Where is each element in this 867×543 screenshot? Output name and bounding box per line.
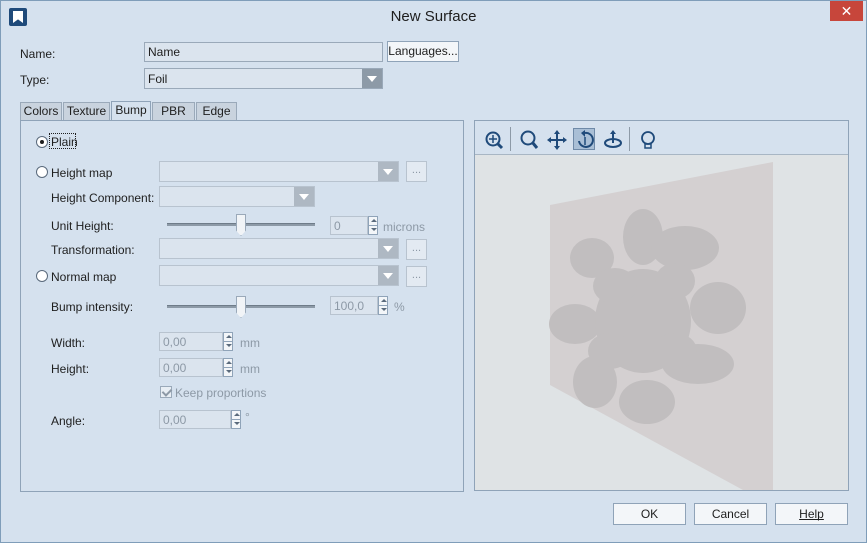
- normal-map-browse-button[interactable]: ...: [406, 266, 427, 287]
- chevron-down-icon[interactable]: [378, 162, 398, 181]
- tab-colors[interactable]: Colors: [20, 102, 62, 120]
- normal-map-radio[interactable]: [36, 270, 48, 282]
- height-component-select[interactable]: [159, 186, 315, 207]
- transformation-browse-button[interactable]: ...: [406, 239, 427, 260]
- width-label: Width:: [51, 336, 86, 350]
- zoom-icon[interactable]: [517, 128, 539, 150]
- unit-height-unit: microns: [383, 220, 426, 234]
- title-bar: New Surface ✕: [1, 1, 866, 31]
- angle-spinner[interactable]: [231, 410, 241, 429]
- angle-unit: °: [245, 410, 250, 424]
- light-bulb-icon[interactable]: [636, 128, 658, 150]
- height-map-label[interactable]: Height map: [51, 166, 112, 180]
- bump-intensity-label: Bump intensity:: [51, 300, 134, 314]
- rotate-icon[interactable]: [573, 128, 595, 150]
- toolbar-separator: [629, 127, 630, 151]
- normal-map-select[interactable]: [159, 265, 399, 286]
- name-label: Name:: [20, 47, 56, 61]
- unit-height-input[interactable]: 0: [330, 216, 378, 235]
- height-unit: mm: [240, 362, 260, 376]
- type-select-value: Foil: [148, 72, 168, 86]
- zoom-fit-icon[interactable]: [482, 128, 504, 150]
- chevron-down-icon[interactable]: [362, 69, 382, 88]
- transformation-select[interactable]: [159, 238, 399, 259]
- bump-intensity-input[interactable]: 100,0: [330, 296, 388, 315]
- transformation-label: Transformation:: [51, 243, 135, 257]
- cancel-button[interactable]: Cancel: [694, 503, 767, 525]
- surface-preview[interactable]: [474, 120, 849, 491]
- width-spinner[interactable]: [223, 332, 233, 351]
- languages-button[interactable]: Languages...: [387, 41, 459, 62]
- unit-height-label: Unit Height:: [51, 219, 114, 233]
- help-label: Help: [799, 507, 824, 521]
- keep-proportions-label[interactable]: Keep proportions: [175, 386, 266, 400]
- chevron-down-icon[interactable]: [294, 187, 314, 206]
- new-surface-dialog: New Surface ✕ Name: Name Languages... Ty…: [0, 0, 867, 543]
- width-input[interactable]: 0,00: [159, 332, 233, 351]
- height-input[interactable]: 0,00: [159, 358, 233, 377]
- width-value: 0,00: [163, 335, 187, 349]
- angle-input[interactable]: 0,00: [159, 410, 241, 429]
- height-label: Height:: [51, 362, 90, 376]
- type-label: Type:: [20, 73, 50, 87]
- height-map-browse-button[interactable]: ...: [406, 161, 427, 182]
- window-title: New Surface: [390, 8, 477, 25]
- chevron-down-icon[interactable]: [378, 266, 398, 285]
- angle-label: Angle:: [51, 414, 86, 428]
- height-component-label: Height Component:: [51, 191, 155, 205]
- tab-texture[interactable]: Texture: [63, 102, 110, 120]
- tab-edge[interactable]: Edge: [196, 102, 237, 120]
- height-value: 0,00: [163, 361, 187, 375]
- pan-icon[interactable]: [545, 128, 567, 150]
- normal-map-label[interactable]: Normal map: [51, 270, 116, 284]
- name-input[interactable]: Name: [144, 42, 383, 62]
- keep-proportions-checkbox[interactable]: [160, 386, 172, 398]
- height-map-radio[interactable]: [36, 166, 48, 178]
- width-unit: mm: [240, 336, 260, 350]
- orbit-icon[interactable]: [601, 128, 623, 150]
- close-button[interactable]: ✕: [830, 1, 863, 21]
- chevron-down-icon[interactable]: [378, 239, 398, 258]
- toolbar-separator: [510, 127, 511, 151]
- bump-intensity-spinner[interactable]: [378, 296, 388, 315]
- help-button[interactable]: Help: [775, 503, 848, 525]
- plain-label[interactable]: Plain: [51, 135, 78, 149]
- angle-value: 0,00: [163, 413, 187, 427]
- height-spinner[interactable]: [223, 358, 233, 377]
- tab-bump[interactable]: Bump: [111, 101, 151, 122]
- bump-preview-render: [549, 162, 773, 490]
- tab-pbr[interactable]: PBR: [152, 102, 195, 120]
- ok-button[interactable]: OK: [613, 503, 686, 525]
- unit-height-spinner[interactable]: [368, 216, 378, 235]
- plain-radio[interactable]: [36, 136, 48, 148]
- bump-intensity-unit: %: [394, 300, 405, 314]
- type-select[interactable]: Foil: [144, 68, 383, 89]
- unit-height-value: 0: [334, 219, 341, 233]
- preview-toolbar: [475, 121, 848, 155]
- height-map-select[interactable]: [159, 161, 399, 182]
- bump-intensity-value: 100,0: [334, 299, 365, 313]
